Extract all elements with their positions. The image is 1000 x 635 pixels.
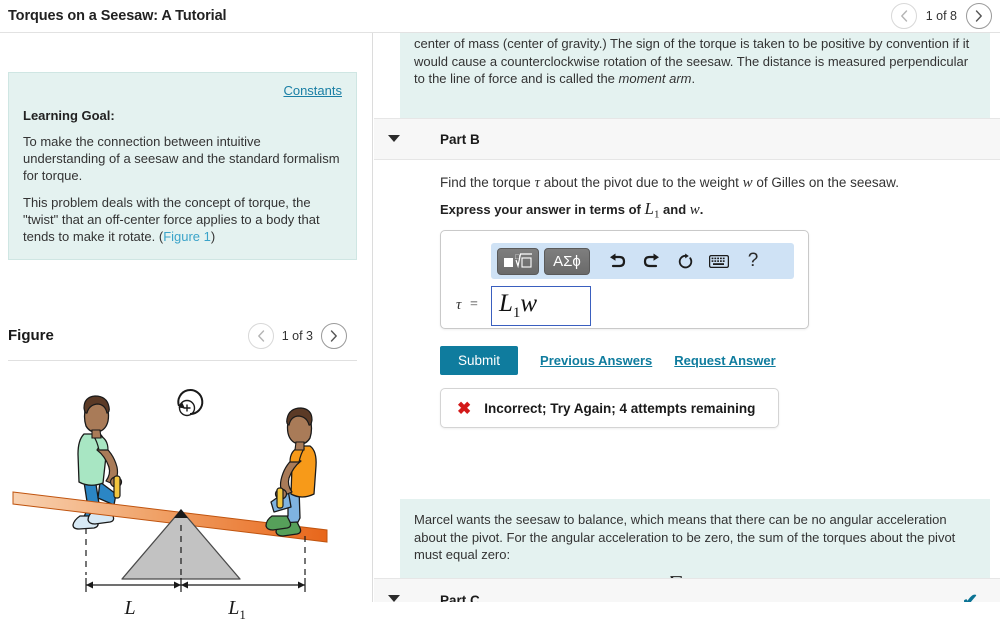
keyboard-icon <box>709 254 729 268</box>
question-after: of Gilles on the seesaw. <box>752 175 899 190</box>
page-counter: 1 of 8 <box>925 9 957 23</box>
hint-block: Marcel wants the seesaw to balance, whic… <box>400 499 990 595</box>
caret-down-icon[interactable] <box>388 595 400 602</box>
page-title: Torques on a Seesaw: A Tutorial <box>8 8 227 24</box>
feedback-banner: ✖ Incorrect; Try Again; 4 attempts remai… <box>440 388 779 428</box>
right-panel: center of mass (center of gravity.) The … <box>374 33 1000 602</box>
question-before: Find the torque <box>440 175 535 190</box>
seesaw-figure: L L1 <box>0 370 373 635</box>
top-bar: Torques on a Seesaw: A Tutorial 1 of 8 <box>0 0 1000 33</box>
caret-down-icon[interactable] <box>388 135 400 142</box>
figure-header: Figure 1 of 3 <box>8 319 357 359</box>
math-template-button[interactable]: □ <box>497 247 539 275</box>
express-before: Express your answer in terms of <box>440 202 645 217</box>
express-w: w <box>689 202 700 218</box>
chevron-right-icon <box>975 10 982 22</box>
dimension-label-L: L <box>123 597 135 619</box>
figure-title: Figure <box>8 327 54 344</box>
math-toolbar: □ ΑΣϕ ? <box>491 243 794 279</box>
tau-variable-label: τ <box>456 297 462 313</box>
previous-answers-link[interactable]: Previous Answers <box>540 353 652 368</box>
checkmark-icon: ✔ <box>962 591 978 602</box>
dimension-label-L1: L1 <box>227 597 246 622</box>
dimension-lines <box>85 578 306 592</box>
submit-button[interactable]: Submit <box>440 346 519 375</box>
chevron-right-icon <box>330 330 337 342</box>
greek-symbols-label: ΑΣϕ <box>553 252 581 270</box>
part-c-header[interactable]: Part C ✔ <box>374 578 1000 602</box>
rotation-direction-icon <box>177 389 204 417</box>
reset-button[interactable] <box>668 247 702 275</box>
equals-sign: = <box>470 297 478 312</box>
answer-input[interactable]: L1w <box>491 286 591 326</box>
answer-tail: w <box>520 290 538 317</box>
figure-counter: 1 of 3 <box>281 329 313 343</box>
chevron-left-icon <box>900 10 907 22</box>
part-c-label: Part C <box>440 593 480 602</box>
keyboard-button[interactable] <box>702 247 736 275</box>
greek-symbols-button[interactable]: ΑΣϕ <box>544 247 590 275</box>
figure-next-button[interactable] <box>321 323 347 349</box>
help-button[interactable]: ? <box>736 247 770 275</box>
part-b-question: Find the torque τ about the pivot due to… <box>440 174 980 192</box>
seesaw-diagram-svg: L L1 <box>12 389 328 622</box>
math-template-icon: □ <box>504 253 532 269</box>
question-mark-icon: ? <box>747 250 759 271</box>
constants-link[interactable]: Constants <box>23 83 342 98</box>
pagination-nav: 1 of 8 <box>890 3 992 29</box>
request-answer-link[interactable]: Request Answer <box>674 353 775 368</box>
learning-goal-card: Constants Learning Goal: To make the con… <box>8 72 357 260</box>
answer-base: L <box>499 290 513 317</box>
learning-goal-label: Learning Goal: <box>23 108 115 123</box>
express-period: . <box>699 202 704 217</box>
moment-arm-emphasis: moment arm <box>618 71 692 86</box>
question-mid: about the pivot due to the weight <box>539 175 743 190</box>
error-x-icon: ✖ <box>457 398 472 418</box>
intro-tail-period: . <box>691 71 696 86</box>
part-b-label: Part B <box>440 132 480 147</box>
reset-circle-icon <box>678 253 692 268</box>
figure-divider <box>8 360 357 361</box>
weight-symbol: w <box>742 175 753 191</box>
express-L: L <box>644 199 654 218</box>
right-person-figure <box>265 407 317 537</box>
figure-1-link[interactable]: Figure 1 <box>163 229 211 244</box>
express-and: and <box>659 202 690 217</box>
part-b-instruction: Express your answer in terms of L1 and w… <box>440 200 980 224</box>
redo-button[interactable] <box>634 247 668 275</box>
learning-goal-paragraph-1: To make the connection between intuitive… <box>23 134 340 183</box>
answer-entry-box: □ ΑΣϕ ? τ = L1w <box>440 230 809 329</box>
feedback-message: Incorrect; Try Again; 4 attempts remaini… <box>484 400 756 416</box>
paragraph-2-after: ) <box>210 229 216 244</box>
answer-value: L1w <box>499 291 537 321</box>
submit-row: Submit Previous Answers Request Answer <box>440 346 776 375</box>
previous-page-button[interactable] <box>890 3 917 29</box>
left-panel: Constants Learning Goal: To make the con… <box>0 33 373 622</box>
hint-text: Marcel wants the seesaw to balance, whic… <box>414 512 956 562</box>
intro-tail-text: center of mass (center of gravity.) The … <box>414 35 976 88</box>
intro-paragraph-tail: center of mass (center of gravity.) The … <box>400 33 990 130</box>
figure-pagination-nav: 1 of 3 <box>247 323 347 349</box>
undo-arrow-icon <box>609 253 625 268</box>
next-page-button[interactable] <box>966 3 992 29</box>
chevron-left-icon <box>257 330 264 342</box>
undo-button[interactable] <box>600 247 634 275</box>
part-b-header[interactable]: Part B <box>374 118 1000 160</box>
learning-goal-paragraph-2: This problem deals with the concept of t… <box>23 194 342 245</box>
figure-previous-button[interactable] <box>247 323 274 349</box>
redo-arrow-icon <box>643 253 659 268</box>
